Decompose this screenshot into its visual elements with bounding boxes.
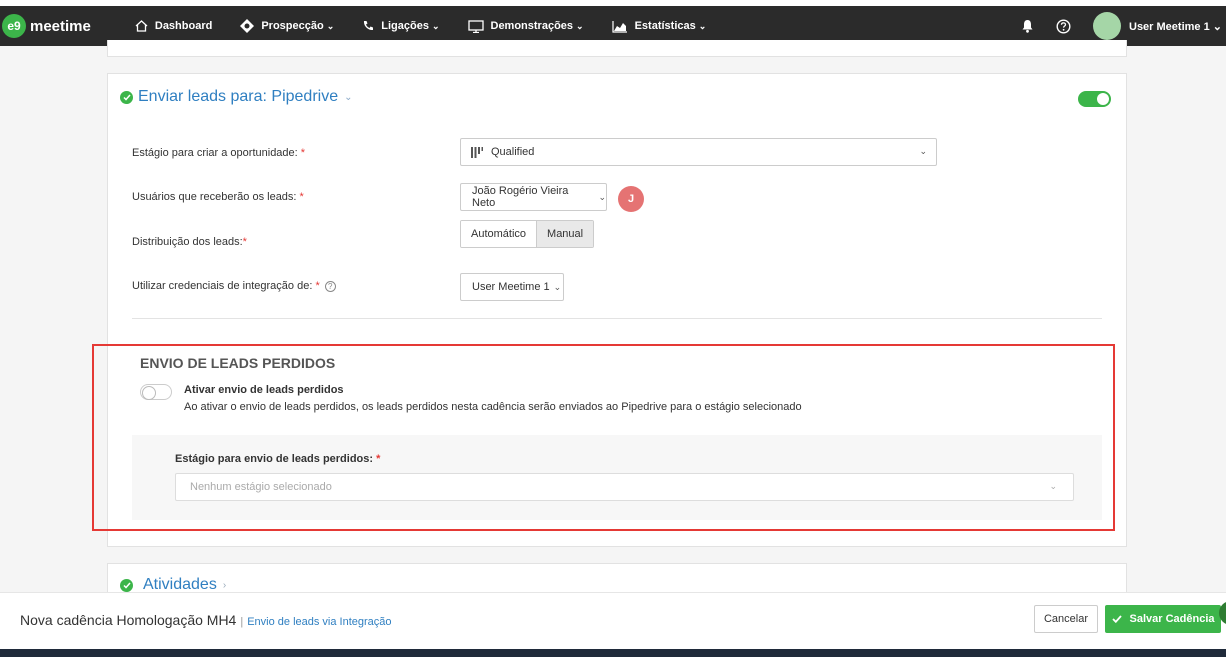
credentials-label-text: Utilizar credenciais de integração de: — [132, 280, 313, 292]
distribution-option-automatico[interactable]: Automático — [461, 221, 537, 247]
chevron-down-icon: ⌄ — [553, 281, 562, 292]
card-title-text: Enviar leads para: Pipedrive — [138, 88, 339, 105]
chevron-right-icon: › — [222, 579, 227, 591]
nav-item-label: Demonstrações — [490, 20, 574, 32]
users-select-value: João Rogério Vieira Neto — [472, 185, 569, 209]
home-icon — [135, 20, 148, 32]
chevron-down-icon: ⌄ — [431, 20, 440, 31]
cancel-button[interactable]: Cancelar — [1034, 605, 1098, 633]
chevron-down-icon: ⌄ — [598, 191, 606, 202]
nav-item-ligacoes[interactable]: Ligações ⌄ — [362, 20, 440, 32]
chevron-down-icon: ⌄ — [576, 20, 584, 31]
highlight-box — [92, 344, 1115, 531]
user-name: User Meetime 1 — [1129, 20, 1210, 33]
distribution-option-manual[interactable]: Manual — [536, 221, 594, 247]
nav-item-prospeccao[interactable]: Prospecção ⌄ — [240, 19, 334, 33]
crosshair-icon — [240, 19, 255, 33]
phone-icon — [364, 21, 374, 31]
save-cadence-label: Salvar Cadência — [1129, 613, 1215, 625]
check-circle-icon — [120, 578, 133, 592]
nav-item-dashboard[interactable]: Dashboard — [135, 20, 212, 32]
distribution-label-text: Distribuição dos leads: — [132, 236, 243, 248]
users-select[interactable]: João Rogério Vieira Neto ⌄ — [460, 183, 607, 211]
nav-item-demonstracoes[interactable]: Demonstrações ⌄ — [467, 19, 584, 33]
chevron-down-icon: ⌄ — [326, 20, 335, 31]
chevron-down-icon: ⌄ — [919, 146, 927, 156]
distribution-toggle-group: Automático Manual — [460, 220, 595, 248]
required-mark: * — [315, 280, 320, 292]
stage-label-text: Estágio para criar a oportunidade: — [132, 147, 298, 159]
credentials-label: Utilizar credenciais de integração de: *… — [132, 280, 336, 292]
required-mark: * — [300, 147, 306, 159]
cadence-subtitle-link[interactable]: Envio de leads via Integração — [247, 616, 391, 628]
footer-separator: | — [240, 616, 244, 628]
users-label: Usuários que receberão os leads: * — [132, 191, 304, 203]
nav-menu: Dashboard Prospecção ⌄ Ligações ⌄ Demons… — [135, 19, 734, 33]
user-menu[interactable]: User Meetime 1 ⌄ — [1129, 20, 1222, 33]
footer-title: Nova cadência Homologação MH4 | Envio de l… — [20, 612, 392, 628]
card-title[interactable]: Enviar leads para: Pipedrive ⌄ — [120, 88, 353, 106]
logo-text: meetime — [30, 17, 91, 35]
stage-select[interactable]: Qualified ⌄ — [460, 138, 937, 166]
stage-label: Estágio para criar a oportunidade: * — [132, 147, 305, 159]
taskbar-strip — [0, 649, 1226, 657]
stage-select-value: Qualified — [491, 146, 535, 158]
bell-icon[interactable] — [1021, 19, 1034, 33]
help-circle-icon[interactable] — [1056, 18, 1071, 34]
chevron-down-icon: ⌄ — [698, 20, 707, 31]
pipeline-icon — [471, 146, 483, 158]
required-mark: * — [299, 191, 304, 203]
meetime-logo[interactable]: e9 meetime — [2, 14, 91, 38]
monitor-icon — [467, 19, 484, 33]
save-cadence-button[interactable]: Salvar Cadência — [1105, 605, 1221, 633]
credentials-select[interactable]: User Meetime 1 ⌄ — [460, 273, 564, 301]
logo-mark: e9 — [2, 14, 26, 38]
section-divider — [132, 318, 1102, 319]
nav-item-label: Ligações — [381, 20, 429, 32]
nav-item-label: Dashboard — [154, 20, 213, 32]
area-chart-icon — [611, 20, 627, 33]
distribution-label: Distribuição dos leads:* — [132, 236, 247, 248]
check-icon — [1111, 615, 1122, 623]
users-label-text: Usuários que receberão os leads: — [132, 191, 297, 203]
chevron-down-icon: ⌄ — [344, 91, 353, 103]
nav-item-label: Estatísticas — [634, 20, 696, 32]
avatar[interactable] — [1093, 12, 1121, 40]
nav-item-label: Prospecção — [261, 20, 324, 32]
check-circle-icon — [120, 90, 133, 104]
chevron-down-icon: ⌄ — [1212, 20, 1222, 33]
footer-bar: Nova cadência Homologação MH4 | Envio de l… — [0, 592, 1226, 649]
nav-item-estatisticas[interactable]: Estatísticas ⌄ — [611, 20, 707, 33]
cadence-name: Nova cadência Homologação MH4 — [20, 612, 237, 628]
previous-card — [107, 40, 1127, 57]
required-mark: * — [242, 236, 247, 248]
help-icon[interactable]: ? — [324, 280, 336, 292]
integration-toggle[interactable] — [1078, 91, 1111, 107]
selected-user-avatar[interactable]: J — [618, 186, 644, 212]
credentials-select-value: User Meetime 1 — [472, 281, 550, 293]
